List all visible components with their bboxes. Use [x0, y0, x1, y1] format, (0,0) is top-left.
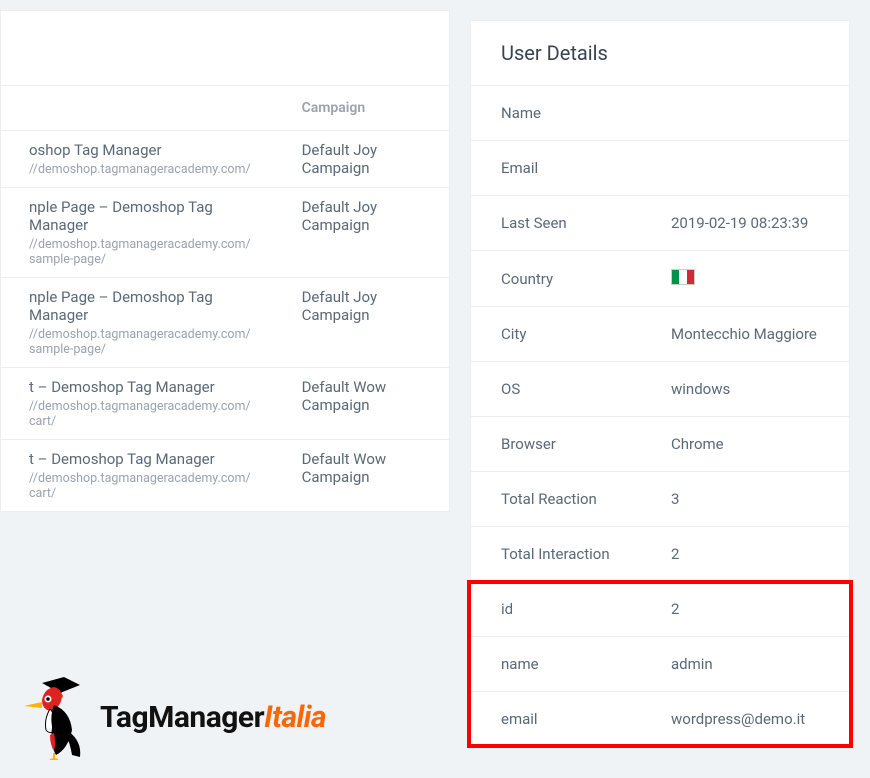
- details-value: 2: [641, 527, 849, 582]
- activity-page-title: nple Page – Demoshop Tag Manager: [29, 198, 254, 234]
- details-row: CityMontecchio Maggiore: [471, 307, 849, 362]
- table-row[interactable]: nple Page – Demoshop Tag Manager//demosh…: [1, 278, 450, 368]
- details-row: Email: [471, 141, 849, 196]
- details-label: Country: [471, 251, 641, 307]
- details-row: BrowserChrome: [471, 417, 849, 472]
- details-row: emailwordpress@demo.it: [471, 692, 849, 747]
- details-label: email: [471, 692, 641, 747]
- table-row[interactable]: t – Demoshop Tag Manager //demoshop.tagma…: [1, 368, 450, 440]
- logo-text-tagmanager: TagManager: [100, 700, 264, 735]
- activity-page-title: t – Demoshop Tag Manager: [29, 378, 254, 396]
- details-label: Name: [471, 86, 641, 141]
- activity-col-campaign: Campaign: [274, 86, 450, 131]
- activity-campaign-cell: Default Wow Campaign: [274, 368, 450, 440]
- activity-page-cell: t – Demoshop Tag Manager //demoshop.tagma…: [1, 368, 274, 440]
- details-value: 2: [641, 582, 849, 637]
- details-value: Montecchio Maggiore: [641, 307, 849, 362]
- details-value: [641, 141, 849, 196]
- activity-page-url: //demoshop.tagmanageracademy.com/: [29, 162, 254, 177]
- woodpecker-icon: [20, 675, 90, 760]
- details-row: OSwindows: [471, 362, 849, 417]
- activity-page-cell: nple Page – Demoshop Tag Manager//demosh…: [1, 188, 274, 278]
- activity-page-url: //demoshop.tagmanageracademy.com/cart/: [29, 471, 254, 501]
- activity-page-cell: nple Page – Demoshop Tag Manager//demosh…: [1, 278, 274, 368]
- user-details-title: User Details: [471, 21, 849, 86]
- details-value: 2019-02-19 08:23:39: [641, 196, 849, 251]
- details-row: Total Reaction3: [471, 472, 849, 527]
- activity-page-cell: oshop Tag Manager //demoshop.tagmanagerac…: [1, 131, 274, 188]
- logo-text-italia: Italia: [264, 700, 326, 735]
- details-label: City: [471, 307, 641, 362]
- details-row: Name: [471, 86, 849, 141]
- activity-campaign-cell: Default Joy Campaign: [274, 278, 450, 368]
- details-value: wordpress@demo.it: [641, 692, 849, 747]
- activity-page-url: //demoshop.tagmanageracademy.com/sample-…: [29, 327, 254, 357]
- flag-italy-icon: [671, 269, 695, 285]
- details-label: Total Reaction: [471, 472, 641, 527]
- details-label: Email: [471, 141, 641, 196]
- details-label: Total Interaction: [471, 527, 641, 582]
- details-value: [641, 251, 849, 307]
- details-value: windows: [641, 362, 849, 417]
- details-value: Chrome: [641, 417, 849, 472]
- activity-col-page: [1, 86, 274, 131]
- details-label: id: [471, 582, 641, 637]
- details-label: Browser: [471, 417, 641, 472]
- activity-page-url: //demoshop.tagmanageracademy.com/cart/: [29, 399, 254, 429]
- activity-page-url: //demoshop.tagmanageracademy.com/sample-…: [29, 237, 254, 267]
- activity-page-title: nple Page – Demoshop Tag Manager: [29, 288, 254, 324]
- details-label: OS: [471, 362, 641, 417]
- table-row[interactable]: t – Demoshop Tag Manager //demoshop.tagma…: [1, 440, 450, 512]
- activity-campaign-cell: Default Joy Campaign: [274, 131, 450, 188]
- details-value: 3: [641, 472, 849, 527]
- left-top-panel: [0, 10, 450, 85]
- activity-page-cell: t – Demoshop Tag Manager //demoshop.tagma…: [1, 440, 274, 512]
- details-value: admin: [641, 637, 849, 692]
- activity-table: Campaign oshop Tag Manager //demoshop.tag…: [0, 85, 450, 512]
- tagmanager-italia-logo: TagManagerItalia: [20, 675, 326, 760]
- details-row: Last Seen2019-02-19 08:23:39: [471, 196, 849, 251]
- details-row: Total Interaction2: [471, 527, 849, 582]
- activity-campaign-cell: Default Wow Campaign: [274, 440, 450, 512]
- user-details-table: NameEmailLast Seen2019-02-19 08:23:39Cou…: [471, 86, 849, 746]
- activity-page-title: t – Demoshop Tag Manager: [29, 450, 254, 468]
- details-row: id2: [471, 582, 849, 637]
- activity-campaign-cell: Default Joy Campaign: [274, 188, 450, 278]
- table-row[interactable]: oshop Tag Manager //demoshop.tagmanagerac…: [1, 131, 450, 188]
- user-details-panel: User Details NameEmailLast Seen2019-02-1…: [470, 20, 850, 747]
- details-value: [641, 86, 849, 141]
- table-row[interactable]: nple Page – Demoshop Tag Manager//demosh…: [1, 188, 450, 278]
- details-label: name: [471, 637, 641, 692]
- activity-page-title: oshop Tag Manager: [29, 141, 254, 159]
- details-row: nameadmin: [471, 637, 849, 692]
- details-row: Country: [471, 251, 849, 307]
- details-label: Last Seen: [471, 196, 641, 251]
